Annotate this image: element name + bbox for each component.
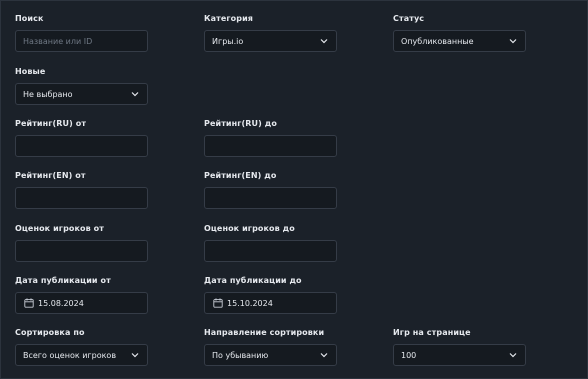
new-value: Не выбрано bbox=[23, 90, 73, 99]
status-value: Опубликованные bbox=[401, 37, 474, 46]
sort-by-label: Сортировка по bbox=[15, 328, 85, 337]
votes-to-input[interactable] bbox=[204, 240, 337, 262]
rating-en-to-label: Рейтинг(EN) до bbox=[204, 171, 277, 180]
pub-to-value: 15.10.2024 bbox=[227, 299, 273, 308]
chevron-down-icon bbox=[509, 39, 517, 44]
calendar-icon bbox=[213, 298, 223, 308]
chevron-down-icon bbox=[509, 353, 517, 358]
pub-from-date-input[interactable]: 15.08.2024 bbox=[15, 292, 148, 314]
category-label: Категория bbox=[204, 14, 254, 23]
rating-ru-to-label: Рейтинг(RU) до bbox=[204, 119, 277, 128]
rating-en-to-input[interactable] bbox=[204, 187, 337, 209]
votes-from-input[interactable] bbox=[15, 240, 148, 262]
rating-ru-from-label: Рейтинг(RU) от bbox=[15, 119, 87, 128]
new-label: Новые bbox=[15, 67, 46, 76]
search-input[interactable]: Название или ID bbox=[15, 30, 148, 52]
votes-from-label: Оценок игроков от bbox=[15, 224, 105, 233]
search-label: Поиск bbox=[15, 14, 44, 23]
new-select[interactable]: Не выбрано bbox=[15, 83, 148, 105]
status-select[interactable]: Опубликованные bbox=[393, 30, 526, 52]
category-select[interactable]: Игры.io bbox=[204, 30, 337, 52]
pub-from-value: 15.08.2024 bbox=[38, 299, 84, 308]
votes-to-label: Оценок игроков до bbox=[204, 224, 295, 233]
pub-to-date-input[interactable]: 15.10.2024 bbox=[204, 292, 337, 314]
sort-by-value: Всего оценок игроков bbox=[23, 351, 117, 360]
search-placeholder: Название или ID bbox=[23, 37, 93, 46]
rating-en-from-label: Рейтинг(EN) от bbox=[15, 171, 86, 180]
rating-ru-to-input[interactable] bbox=[204, 135, 337, 157]
pub-to-label: Дата публикации до bbox=[204, 276, 302, 285]
per-page-value: 100 bbox=[401, 351, 417, 360]
status-label: Статус bbox=[393, 14, 425, 23]
sort-dir-label: Направление сортировки bbox=[204, 328, 325, 337]
chevron-down-icon bbox=[131, 92, 139, 97]
rating-en-from-input[interactable] bbox=[15, 187, 148, 209]
calendar-icon bbox=[24, 298, 34, 308]
pub-from-label: Дата публикации от bbox=[15, 276, 111, 285]
sort-dir-select[interactable]: По убыванию bbox=[204, 344, 337, 366]
category-value: Игры.io bbox=[212, 37, 244, 46]
per-page-select[interactable]: 100 bbox=[393, 344, 526, 366]
sort-by-select[interactable]: Всего оценок игроков bbox=[15, 344, 148, 366]
sort-dir-value: По убыванию bbox=[212, 351, 269, 360]
chevron-down-icon bbox=[320, 353, 328, 358]
chevron-down-icon bbox=[131, 353, 139, 358]
rating-ru-from-input[interactable] bbox=[15, 135, 148, 157]
per-page-label: Игр на странице bbox=[393, 328, 471, 337]
chevron-down-icon bbox=[320, 39, 328, 44]
filter-panel: Поиск Название или ID Категория Игры.io … bbox=[0, 0, 588, 379]
